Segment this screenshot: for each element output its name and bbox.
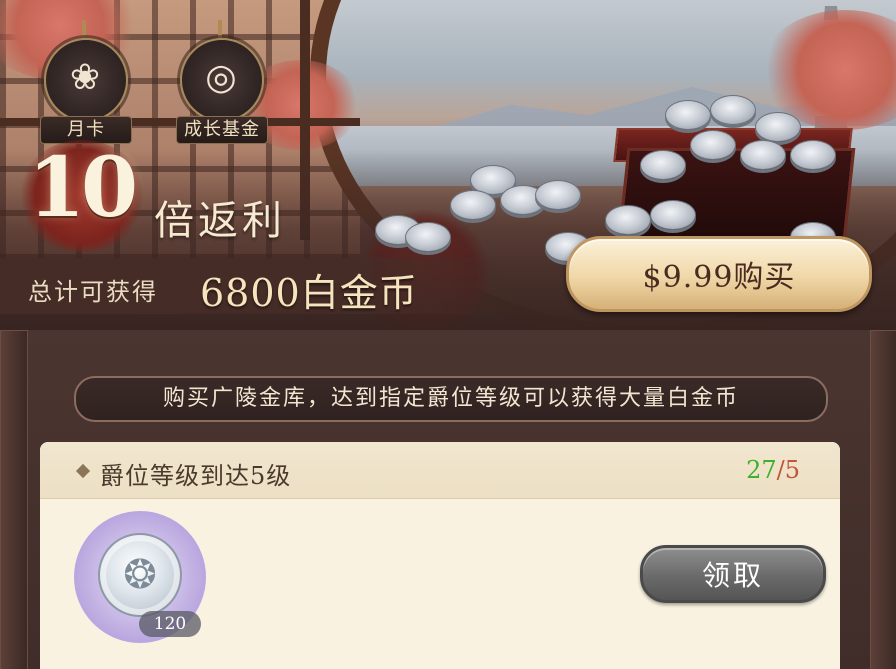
multiplier-number: 10 [28, 140, 138, 236]
task-title: 爵位等级到达5级 [100, 462, 292, 490]
coin-pouch-icon: ◎ [205, 56, 237, 98]
coin-icon [605, 205, 651, 235]
coin-icon [665, 100, 711, 130]
total-reward-label: 总计可获得 [28, 278, 158, 306]
progress-current: 27 [746, 456, 777, 484]
coin-icon [640, 150, 686, 180]
progress-separator: / [776, 456, 785, 484]
purchase-button[interactable]: $9.99购买 [566, 236, 872, 312]
panel-frame-right [870, 330, 896, 669]
progress-target: 5 [784, 456, 800, 484]
coin-icon [710, 95, 756, 125]
platinum-coin-icon: ❂ [98, 533, 182, 617]
task-header: 爵位等级到达5级 27/5 [40, 442, 840, 499]
reward-count-badge: 120 [139, 611, 201, 637]
golden-vault-screen: ❀ 月卡 ◎ 成长基金 10 倍返利 总计可获得 6800白金币 $9.99购买… [0, 0, 896, 669]
diamond-bullet-icon [75, 463, 91, 479]
growth-fund-button[interactable]: ◎ 成长基金 [176, 20, 268, 144]
coin-icon [740, 140, 786, 170]
lotus-box-icon: ❀ [69, 56, 101, 98]
total-reward-amount: 6800白金币 [200, 271, 418, 315]
coin-icon [755, 112, 801, 142]
claim-button[interactable]: 领取 [640, 545, 826, 603]
monthly-card-button[interactable]: ❀ 月卡 [40, 20, 132, 144]
coin-icon [405, 222, 451, 252]
growth-fund-label: 成长基金 [176, 116, 268, 144]
multiplier-text: 倍返利 [154, 198, 286, 244]
coin-icon [650, 200, 696, 230]
coin-icon [450, 190, 496, 220]
coin-icon [790, 140, 836, 170]
coin-icon [535, 180, 581, 210]
description-banner: 购买广陵金库，达到指定爵位等级可以获得大量白金币 [74, 376, 828, 422]
coin-icon [690, 130, 736, 160]
task-progress: 27/5 [746, 456, 800, 484]
panel-frame-left [0, 330, 28, 669]
